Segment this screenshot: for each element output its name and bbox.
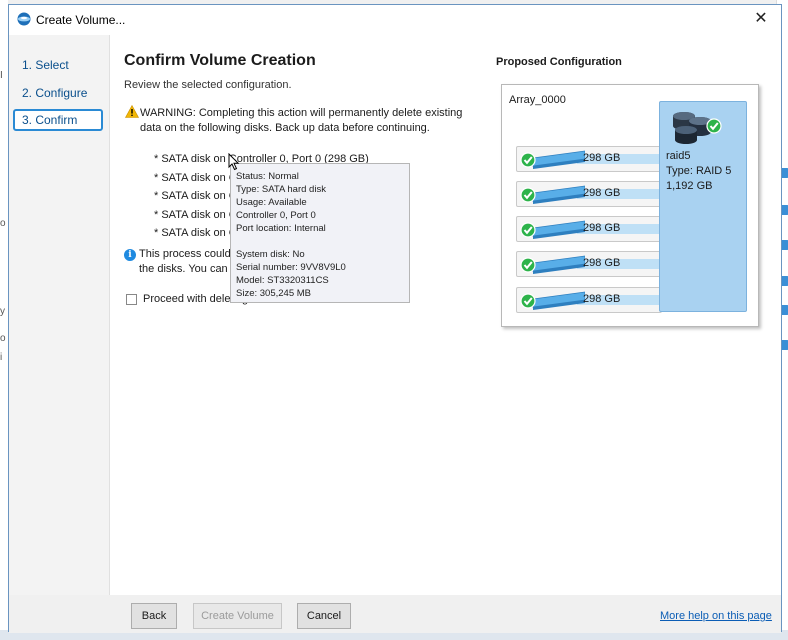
raid-volume-details: raid5 Type: RAID 5 1,192 GB: [666, 149, 731, 194]
mouse-cursor-icon: [228, 153, 240, 171]
warning-icon: [125, 105, 139, 118]
background-app-left: I o y o i: [0, 0, 8, 640]
step-configure[interactable]: 2. Configure: [13, 82, 103, 104]
disk-check-icon: [520, 220, 585, 239]
info-icon: i: [124, 249, 136, 261]
array-label: Array_0000: [509, 94, 566, 106]
tooltip-system-disk: System disk: No: [236, 249, 305, 260]
back-button[interactable]: Back: [131, 603, 177, 629]
create-volume-button[interactable]: Create Volume: [193, 603, 282, 629]
wizard-steps: 1. Select 2. Configure 3. Confirm: [9, 35, 110, 595]
tooltip-size: Size: 305,245 MB: [236, 288, 311, 299]
page-subtitle: Review the selected configuration.: [124, 79, 292, 91]
window-title: Create Volume...: [36, 13, 126, 27]
disk-details-tooltip: Status: Normal Type: SATA hard disk Usag…: [230, 163, 410, 303]
raid-name: raid5: [666, 150, 691, 162]
app-icon: [17, 12, 31, 26]
proposed-disk[interactable]: 298 GB: [516, 251, 662, 277]
tooltip-port-location: Port location: Internal: [236, 223, 326, 234]
disk-check-icon: [520, 291, 585, 310]
step-confirm[interactable]: 3. Confirm: [13, 109, 103, 131]
raid-volume-icon: [673, 112, 722, 144]
tooltip-usage: Usage: Available: [236, 197, 307, 208]
warning-message: WARNING: Completing this action will per…: [140, 106, 470, 136]
step-select[interactable]: 1. Select: [13, 54, 103, 76]
proposed-configuration-panel: Array_0000 298 GB 298 GB 298 GB 298 GB 2…: [501, 84, 759, 327]
tooltip-status: Status: Normal: [236, 171, 299, 182]
tooltip-model: Model: ST3320311CS: [236, 275, 329, 286]
page-title: Confirm Volume Creation: [124, 52, 316, 69]
raid-size: 1,192 GB: [666, 180, 713, 192]
warning-line-2: data on the following disks. Back up dat…: [140, 122, 430, 134]
raid-volume-box[interactable]: raid5 Type: RAID 5 1,192 GB: [659, 101, 747, 312]
proposed-disk[interactable]: 298 GB: [516, 287, 662, 313]
proposed-disk[interactable]: 298 GB: [516, 216, 662, 242]
disk-size: 298 GB: [583, 293, 621, 305]
proposed-configuration-title: Proposed Configuration: [496, 56, 622, 68]
proposed-disk[interactable]: 298 GB: [516, 181, 662, 207]
proceed-checkbox[interactable]: [126, 294, 137, 305]
warning-line-1: WARNING: Completing this action will per…: [140, 107, 463, 119]
more-help-link[interactable]: More help on this page: [660, 610, 772, 622]
disk-size: 298 GB: [583, 187, 621, 199]
tooltip-type: Type: SATA hard disk: [236, 184, 326, 195]
proposed-disk[interactable]: 298 GB: [516, 146, 662, 172]
dialog-footer: Back Create Volume Cancel More help on t…: [9, 595, 781, 633]
disk-size: 298 GB: [583, 257, 621, 269]
tooltip-serial: Serial number: 9VV8V9L0: [236, 262, 346, 273]
close-icon[interactable]: ✕: [751, 9, 771, 29]
disk-size: 298 GB: [583, 222, 621, 234]
disk-size: 298 GB: [583, 152, 621, 164]
disk-check-icon: [520, 185, 585, 204]
cancel-button[interactable]: Cancel: [297, 603, 351, 629]
tooltip-controller: Controller 0, Port 0: [236, 210, 316, 221]
title-bar: Create Volume... ✕: [9, 5, 781, 35]
disk-check-icon: [520, 150, 585, 169]
raid-type: Type: RAID 5: [666, 165, 732, 177]
disk-check-icon: [520, 255, 585, 274]
create-volume-dialog: Create Volume... ✕ 1. Select 2. Configur…: [8, 4, 782, 633]
